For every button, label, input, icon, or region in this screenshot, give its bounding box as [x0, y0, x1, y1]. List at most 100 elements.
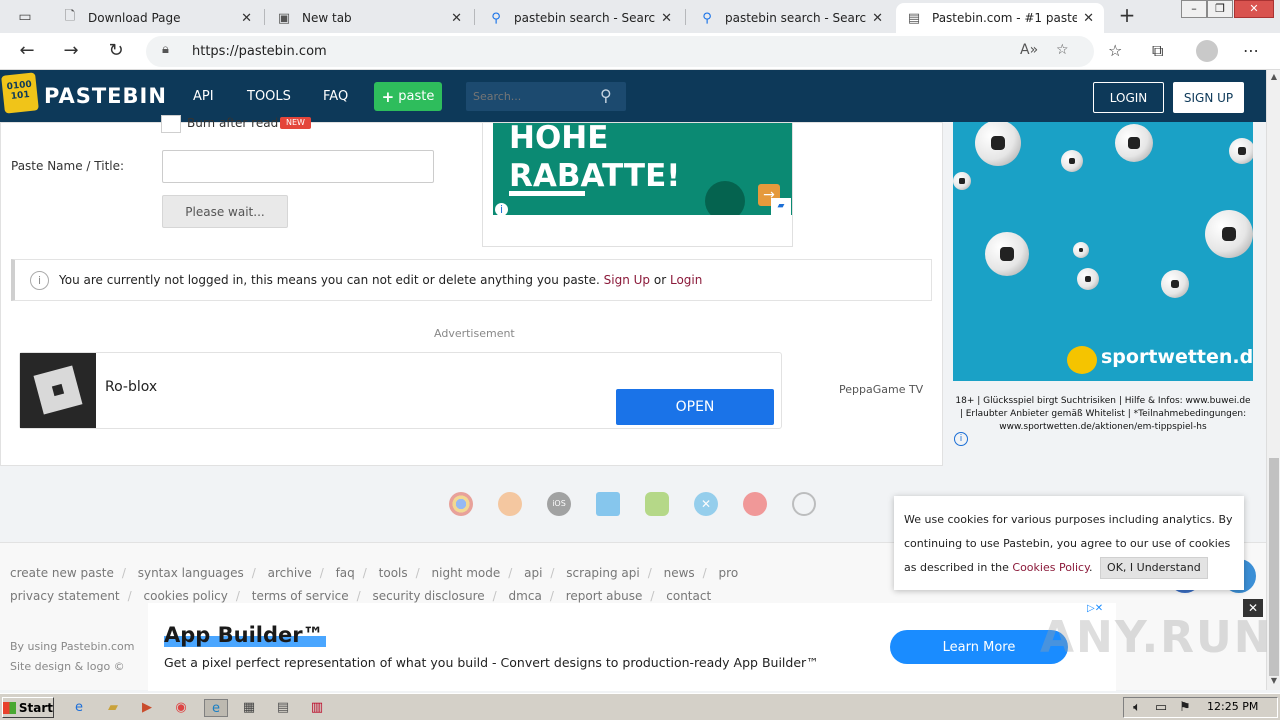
search-icon: ⚲ — [491, 10, 501, 26]
cookie-accept-button[interactable]: OK, I Understand — [1100, 557, 1208, 579]
notepad-icon[interactable]: ▤ — [274, 699, 292, 717]
ad-info-icon[interactable]: i — [954, 432, 968, 446]
anyrun-watermark: ANY.RUN — [1040, 612, 1273, 663]
close-icon[interactable]: ✕ — [451, 11, 462, 26]
create-paste-button[interactable]: Please wait... — [162, 195, 288, 228]
footer-link[interactable]: tools — [379, 566, 408, 580]
minimize-icon[interactable]: – — [1181, 0, 1207, 18]
refresh-icon[interactable]: ↻ — [103, 39, 129, 65]
favorites-icon[interactable]: ☆ — [1108, 41, 1122, 60]
roblox-logo-icon — [20, 353, 96, 428]
scroll-up-icon[interactable]: ▲ — [1269, 72, 1279, 81]
tab-search-2[interactable]: ⚲ pastebin search - Search ✕ — [689, 3, 893, 33]
collections-icon[interactable]: ⧉ — [1152, 41, 1163, 61]
cookie-policy-link[interactable]: Cookies Policy — [1012, 561, 1089, 574]
android-icon[interactable] — [645, 492, 669, 516]
ios-icon[interactable]: iOS — [547, 492, 571, 516]
footer-link[interactable]: contact — [666, 589, 711, 603]
network-icon[interactable]: ▦ — [240, 699, 258, 717]
new-tab-button[interactable]: + — [1114, 5, 1140, 27]
tab-actions-icon[interactable]: ▭ — [8, 6, 42, 28]
footer-link[interactable]: dmca — [509, 589, 542, 603]
close-icon[interactable]: ✕ — [241, 11, 252, 26]
folder-icon[interactable]: ▰ — [104, 699, 122, 717]
edge-icon[interactable]: e — [204, 699, 228, 717]
nav-api[interactable]: API — [193, 89, 214, 104]
page-scrollbar[interactable]: ▲ ▼ — [1266, 70, 1280, 690]
tab-search-1[interactable]: ⚲ pastebin search - Search ✕ — [478, 3, 682, 33]
network-tray-icon[interactable]: ▭ — [1152, 699, 1170, 717]
volume-icon[interactable]: 🔈︎ — [1128, 699, 1146, 717]
footer-link[interactable]: archive — [268, 566, 312, 580]
footer-link[interactable]: syntax languages — [138, 566, 244, 580]
notice-signup-link[interactable]: Sign Up — [604, 273, 650, 287]
windows-flag-icon — [3, 701, 16, 714]
search-icon[interactable]: ⚲ — [600, 86, 612, 105]
site-search-input[interactable] — [466, 82, 596, 111]
football-icon — [1077, 268, 1099, 290]
firefox-icon[interactable] — [498, 492, 522, 516]
forward-icon[interactable]: → — [58, 39, 84, 65]
peppa-ad-label[interactable]: PeppaGame TV — [839, 383, 923, 396]
footer-link[interactable]: pro — [719, 566, 739, 580]
tab-new-tab[interactable]: ▣ New tab ✕ — [266, 3, 472, 33]
burn-after-read-checkbox[interactable] — [161, 115, 181, 133]
footer-link[interactable]: scraping api — [566, 566, 639, 580]
pastebin-logo-icon[interactable]: 0100 101 — [1, 72, 39, 114]
tab-pastebin[interactable]: ▤ Pastebin.com - #1 paste t ✕ — [896, 3, 1104, 33]
window-close-icon[interactable]: ✕ — [1234, 0, 1274, 18]
flag-tray-icon[interactable]: ⚑ — [1176, 699, 1194, 717]
ie-icon[interactable]: e — [70, 699, 88, 717]
nav-faq[interactable]: FAQ — [323, 89, 348, 104]
footer-link[interactable]: faq — [336, 566, 355, 580]
site-header: 0100 101 PASTEBIN API TOOLS FAQ + paste … — [0, 70, 1266, 122]
roblox-ad[interactable]: Ro-blox OPEN — [19, 352, 782, 429]
back-icon[interactable]: ← — [14, 39, 40, 65]
notice-login-link[interactable]: Login — [670, 273, 702, 287]
sportwetten-ad[interactable]: sportwetten.de — [953, 122, 1253, 381]
address-bar[interactable]: 🔒︎ https://pastebin.com A» ☆ — [146, 36, 1094, 67]
close-icon[interactable]: ✕ — [661, 11, 672, 26]
start-button[interactable]: Start — [2, 697, 54, 718]
app-builder-ad[interactable]: App Builder™ Get a pixel perfect represe… — [148, 603, 1116, 691]
scroll-down-icon[interactable]: ▼ — [1269, 676, 1279, 685]
nav-tools[interactable]: TOOLS — [247, 89, 291, 104]
sportwetten-disclaimer: 18+ | Glücksspiel birgt Suchtrisiken | H… — [955, 396, 1251, 432]
chrome-icon[interactable]: ◉ — [172, 699, 190, 717]
signup-button[interactable]: SIGN UP — [1173, 82, 1244, 113]
roblox-open-button[interactable]: OPEN — [616, 389, 774, 425]
new-paste-button[interactable]: + paste — [374, 82, 442, 111]
maximize-icon[interactable]: ❐ — [1207, 0, 1233, 18]
footer-link[interactable]: news — [664, 566, 695, 580]
login-button[interactable]: LOGIN — [1093, 82, 1164, 113]
winrar-icon[interactable]: ▥ — [308, 699, 326, 717]
opera-icon[interactable] — [743, 492, 767, 516]
more-menu-icon[interactable]: ⋯ — [1243, 41, 1259, 60]
mac-icon[interactable]: ✕ — [694, 492, 718, 516]
ad-info-icon[interactable]: i — [495, 203, 508, 215]
footer-link[interactable]: security disclosure — [373, 589, 485, 603]
site-logo-text[interactable]: PASTEBIN — [44, 84, 167, 108]
football-icon — [953, 172, 971, 190]
paste-name-input[interactable] — [162, 150, 434, 183]
adchoices-icon[interactable]: ▰ — [771, 198, 791, 215]
ad-divider — [509, 191, 585, 196]
add-favorite-icon[interactable]: ☆ — [1056, 42, 1069, 58]
read-aloud-icon[interactable]: A» — [1020, 42, 1038, 58]
linux-icon[interactable] — [792, 492, 816, 516]
media-player-icon[interactable]: ▶ — [138, 699, 156, 717]
chrome-icon[interactable] — [449, 492, 473, 516]
close-icon[interactable]: ✕ — [872, 11, 883, 26]
ad-banner-rabatte[interactable]: HOHE RABATTE! → i ▰ — [493, 123, 792, 215]
footer-link[interactable]: night mode — [432, 566, 501, 580]
footer-link[interactable]: privacy statement — [10, 589, 120, 603]
footer-link[interactable]: create new paste — [10, 566, 114, 580]
footer-link[interactable]: report abuse — [566, 589, 643, 603]
footer-link[interactable]: cookies policy — [144, 589, 228, 603]
close-icon[interactable]: ✕ — [1083, 11, 1094, 26]
profile-avatar[interactable] — [1196, 40, 1218, 62]
tab-download-page[interactable]: 🗋 Download Page ✕ — [52, 3, 262, 33]
windows-icon[interactable] — [596, 492, 620, 516]
footer-link[interactable]: terms of service — [252, 589, 349, 603]
footer-link[interactable]: api — [524, 566, 542, 580]
